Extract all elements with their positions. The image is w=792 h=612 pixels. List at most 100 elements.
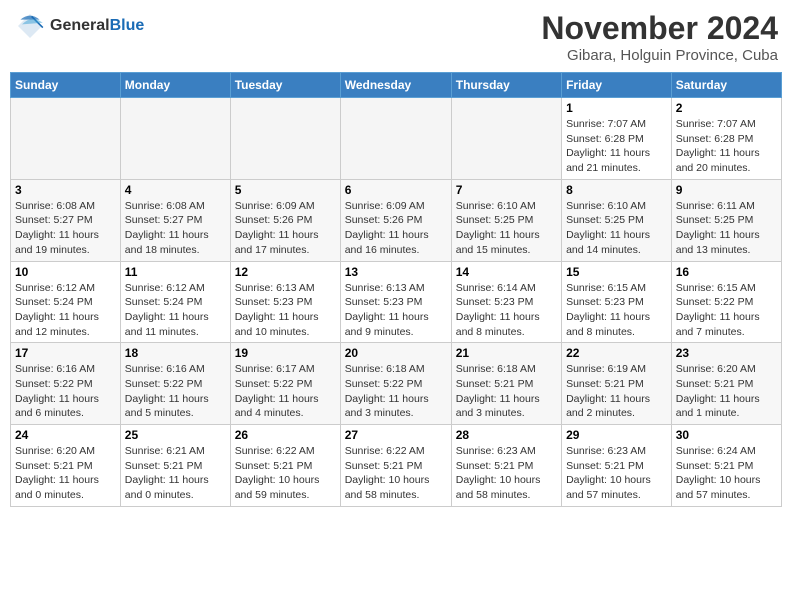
weekday-header: Wednesday bbox=[340, 73, 451, 98]
day-info: Sunrise: 7:07 AMSunset: 6:28 PMDaylight:… bbox=[566, 117, 667, 176]
calendar-cell: 27 Sunrise: 6:22 AMSunset: 5:21 PMDayligh… bbox=[340, 425, 451, 507]
day-info: Sunrise: 6:24 AMSunset: 5:21 PMDaylight:… bbox=[676, 444, 777, 503]
calendar-cell bbox=[120, 98, 230, 180]
day-number: 14 bbox=[456, 265, 557, 279]
day-number: 8 bbox=[566, 183, 667, 197]
page-header: GeneralBlue November 2024 Gibara, Holgui… bbox=[10, 10, 782, 64]
day-number: 5 bbox=[235, 183, 336, 197]
calendar-cell: 7 Sunrise: 6:10 AMSunset: 5:25 PMDaylight… bbox=[451, 179, 561, 261]
day-info: Sunrise: 6:13 AMSunset: 5:23 PMDaylight:… bbox=[345, 281, 447, 340]
day-number: 7 bbox=[456, 183, 557, 197]
day-info: Sunrise: 6:23 AMSunset: 5:21 PMDaylight:… bbox=[566, 444, 667, 503]
calendar-cell: 13 Sunrise: 6:13 AMSunset: 5:23 PMDayligh… bbox=[340, 261, 451, 343]
day-info: Sunrise: 6:19 AMSunset: 5:21 PMDaylight:… bbox=[566, 362, 667, 421]
day-info: Sunrise: 6:10 AMSunset: 5:25 PMDaylight:… bbox=[566, 199, 667, 258]
day-number: 17 bbox=[15, 346, 116, 360]
day-info: Sunrise: 6:17 AMSunset: 5:22 PMDaylight:… bbox=[235, 362, 336, 421]
day-info: Sunrise: 6:10 AMSunset: 5:25 PMDaylight:… bbox=[456, 199, 557, 258]
day-info: Sunrise: 6:08 AMSunset: 5:27 PMDaylight:… bbox=[125, 199, 226, 258]
calendar-cell: 11Sunrise: 6:12 AMSunset: 5:24 PMDayligh… bbox=[120, 261, 230, 343]
weekday-header: Monday bbox=[120, 73, 230, 98]
weekday-header: Thursday bbox=[451, 73, 561, 98]
weekday-header: Friday bbox=[562, 73, 672, 98]
calendar-cell: 1 Sunrise: 7:07 AMSunset: 6:28 PMDaylight… bbox=[562, 98, 672, 180]
day-info: Sunrise: 6:15 AMSunset: 5:23 PMDaylight:… bbox=[566, 281, 667, 340]
calendar-week-row: 3 Sunrise: 6:08 AMSunset: 5:27 PMDaylight… bbox=[11, 179, 782, 261]
day-number: 26 bbox=[235, 428, 336, 442]
calendar-cell: 12 Sunrise: 6:13 AMSunset: 5:23 PMDayligh… bbox=[230, 261, 340, 343]
day-info: Sunrise: 6:08 AMSunset: 5:27 PMDaylight:… bbox=[15, 199, 116, 258]
day-number: 2 bbox=[676, 101, 777, 115]
day-info: Sunrise: 6:23 AMSunset: 5:21 PMDaylight:… bbox=[456, 444, 557, 503]
day-number: 20 bbox=[345, 346, 447, 360]
day-info: Sunrise: 6:21 AMSunset: 5:21 PMDaylight:… bbox=[125, 444, 226, 503]
calendar-cell: 2Sunrise: 7:07 AMSunset: 6:28 PMDaylight… bbox=[671, 98, 781, 180]
day-number: 6 bbox=[345, 183, 447, 197]
calendar-cell: 19 Sunrise: 6:17 AMSunset: 5:22 PMDayligh… bbox=[230, 343, 340, 425]
logo-text: GeneralBlue bbox=[50, 17, 144, 35]
day-number: 25 bbox=[125, 428, 226, 442]
day-number: 13 bbox=[345, 265, 447, 279]
calendar-cell: 6 Sunrise: 6:09 AMSunset: 5:26 PMDaylight… bbox=[340, 179, 451, 261]
day-number: 10 bbox=[15, 265, 116, 279]
day-number: 28 bbox=[456, 428, 557, 442]
day-number: 18 bbox=[125, 346, 226, 360]
logo-icon bbox=[14, 10, 46, 42]
calendar-cell: 17 Sunrise: 6:16 AMSunset: 5:22 PMDayligh… bbox=[11, 343, 121, 425]
day-info: Sunrise: 6:18 AMSunset: 5:21 PMDaylight:… bbox=[456, 362, 557, 421]
day-info: Sunrise: 6:22 AMSunset: 5:21 PMDaylight:… bbox=[345, 444, 447, 503]
day-info: Sunrise: 6:13 AMSunset: 5:23 PMDaylight:… bbox=[235, 281, 336, 340]
calendar-cell bbox=[230, 98, 340, 180]
calendar-cell: 24 Sunrise: 6:20 AMSunset: 5:21 PMDayligh… bbox=[11, 425, 121, 507]
logo-blue: Blue bbox=[110, 17, 145, 34]
day-info: Sunrise: 6:20 AMSunset: 5:21 PMDaylight:… bbox=[676, 362, 777, 421]
day-info: Sunrise: 6:12 AMSunset: 5:24 PMDaylight:… bbox=[15, 281, 116, 340]
calendar-cell: 25 Sunrise: 6:21 AMSunset: 5:21 PMDayligh… bbox=[120, 425, 230, 507]
day-number: 12 bbox=[235, 265, 336, 279]
calendar-cell: 15 Sunrise: 6:15 AMSunset: 5:23 PMDayligh… bbox=[562, 261, 672, 343]
calendar-cell: 29 Sunrise: 6:23 AMSunset: 5:21 PMDayligh… bbox=[562, 425, 672, 507]
calendar-cell: 14 Sunrise: 6:14 AMSunset: 5:23 PMDayligh… bbox=[451, 261, 561, 343]
day-number: 15 bbox=[566, 265, 667, 279]
calendar-cell: 9 Sunrise: 6:11 AMSunset: 5:25 PMDaylight… bbox=[671, 179, 781, 261]
location-title: Gibara, Holguin Province, Cuba bbox=[541, 47, 778, 64]
calendar-cell: 4 Sunrise: 6:08 AMSunset: 5:27 PMDaylight… bbox=[120, 179, 230, 261]
month-title: November 2024 bbox=[541, 10, 778, 47]
day-number: 23 bbox=[676, 346, 777, 360]
day-info: Sunrise: 6:15 AMSunset: 5:22 PMDaylight:… bbox=[676, 281, 777, 340]
day-number: 4 bbox=[125, 183, 226, 197]
title-block: November 2024 Gibara, Holguin Province, … bbox=[541, 10, 778, 64]
calendar-cell: 10 Sunrise: 6:12 AMSunset: 5:24 PMDayligh… bbox=[11, 261, 121, 343]
day-number: 1 bbox=[566, 101, 667, 115]
calendar-cell: 22 Sunrise: 6:19 AMSunset: 5:21 PMDayligh… bbox=[562, 343, 672, 425]
weekday-header: Sunday bbox=[11, 73, 121, 98]
calendar-cell: 18 Sunrise: 6:16 AMSunset: 5:22 PMDayligh… bbox=[120, 343, 230, 425]
day-info: Sunrise: 6:18 AMSunset: 5:22 PMDaylight:… bbox=[345, 362, 447, 421]
calendar-week-row: 10 Sunrise: 6:12 AMSunset: 5:24 PMDayligh… bbox=[11, 261, 782, 343]
day-number: 3 bbox=[15, 183, 116, 197]
calendar-week-row: 24 Sunrise: 6:20 AMSunset: 5:21 PMDayligh… bbox=[11, 425, 782, 507]
weekday-header: Tuesday bbox=[230, 73, 340, 98]
day-info: Sunrise: 6:16 AMSunset: 5:22 PMDaylight:… bbox=[125, 362, 226, 421]
day-number: 21 bbox=[456, 346, 557, 360]
day-info: Sunrise: 6:14 AMSunset: 5:23 PMDaylight:… bbox=[456, 281, 557, 340]
day-number: 29 bbox=[566, 428, 667, 442]
calendar-table: SundayMondayTuesdayWednesdayThursdayFrid… bbox=[10, 72, 782, 507]
day-number: 9 bbox=[676, 183, 777, 197]
day-number: 11 bbox=[125, 265, 226, 279]
logo: GeneralBlue bbox=[14, 10, 144, 42]
day-info: Sunrise: 6:11 AMSunset: 5:25 PMDaylight:… bbox=[676, 199, 777, 258]
day-info: Sunrise: 6:09 AMSunset: 5:26 PMDaylight:… bbox=[345, 199, 447, 258]
day-number: 27 bbox=[345, 428, 447, 442]
calendar-cell bbox=[340, 98, 451, 180]
calendar-cell: 23 Sunrise: 6:20 AMSunset: 5:21 PMDayligh… bbox=[671, 343, 781, 425]
logo-general: General bbox=[50, 17, 110, 34]
day-number: 24 bbox=[15, 428, 116, 442]
weekday-header: Saturday bbox=[671, 73, 781, 98]
day-number: 19 bbox=[235, 346, 336, 360]
day-info: Sunrise: 6:16 AMSunset: 5:22 PMDaylight:… bbox=[15, 362, 116, 421]
day-number: 22 bbox=[566, 346, 667, 360]
calendar-cell: 20 Sunrise: 6:18 AMSunset: 5:22 PMDayligh… bbox=[340, 343, 451, 425]
day-info: Sunrise: 6:20 AMSunset: 5:21 PMDaylight:… bbox=[15, 444, 116, 503]
calendar-cell: 16Sunrise: 6:15 AMSunset: 5:22 PMDayligh… bbox=[671, 261, 781, 343]
